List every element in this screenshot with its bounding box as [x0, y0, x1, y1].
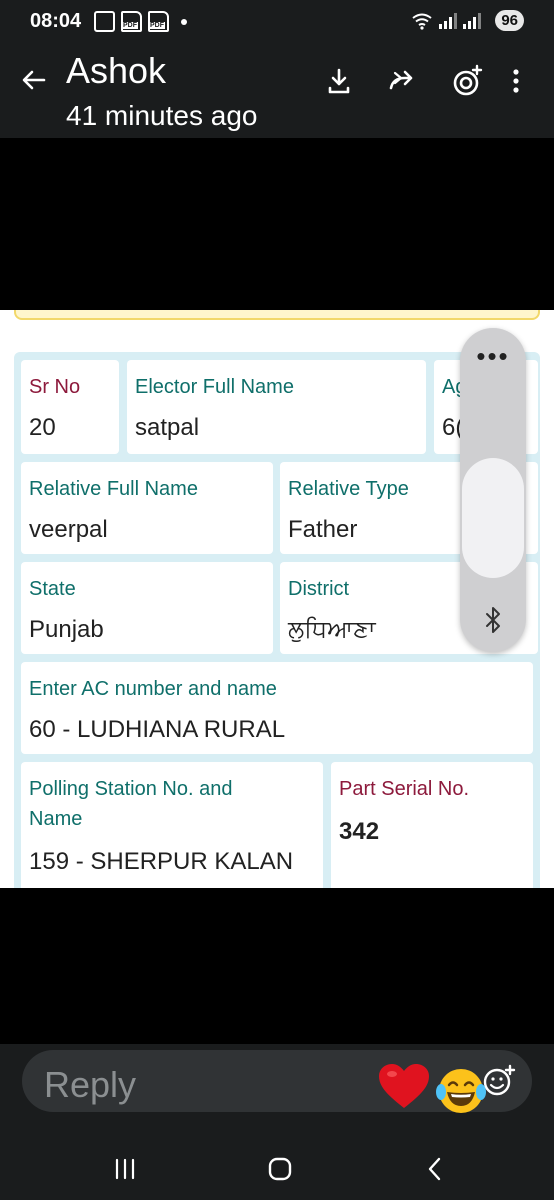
chat-header: Ashok 41 minutes ago	[0, 44, 554, 138]
part-serial-cell: Part Serial No. 342	[331, 762, 533, 888]
image-letterbox-bottom	[0, 888, 554, 1044]
polling-station-label-line1: Polling Station No. and	[29, 778, 233, 800]
contact-name[interactable]: Ashok	[66, 50, 166, 92]
polling-station-cell: Polling Station No. and Name 159 - SHERP…	[21, 762, 323, 888]
status-time: 08:04	[30, 10, 82, 32]
lens-icon[interactable]	[450, 64, 484, 98]
image-letterbox-top	[0, 138, 554, 310]
message-timestamp: 41 minutes ago	[66, 100, 258, 131]
tears-of-joy-emoji[interactable]	[434, 1064, 488, 1118]
relative-name-label: Relative Full Name	[29, 478, 198, 500]
recents-icon[interactable]	[110, 1154, 140, 1184]
relative-name-cell: Relative Full Name veerpal	[21, 462, 273, 554]
relative-type-value: Father	[288, 516, 358, 543]
relative-name-value: veerpal	[29, 516, 108, 543]
back-icon[interactable]	[420, 1154, 450, 1184]
pdf-icon	[121, 11, 142, 32]
notification-dot-icon	[181, 18, 187, 25]
polling-station-label-line2: Name	[29, 808, 83, 830]
floating-edge-panel[interactable]: •••	[460, 328, 526, 652]
ac-cell: Enter AC number and name 60 - LUDHIANA R…	[21, 662, 533, 754]
state-cell: State Punjab	[21, 562, 273, 654]
wifi-icon	[412, 13, 432, 30]
reply-bar: Reply	[0, 1044, 554, 1128]
sr-no-label: Sr No	[29, 376, 81, 398]
elector-name-value: satpal	[135, 414, 200, 441]
reply-placeholder[interactable]: Reply	[44, 1064, 136, 1106]
emoji-add-icon[interactable]	[482, 1064, 516, 1098]
yellow-card-edge	[14, 310, 540, 320]
download-icon[interactable]	[322, 64, 356, 98]
relative-type-label: Relative Type	[288, 478, 409, 500]
district-label: District	[288, 578, 350, 600]
red-heart-emoji[interactable]	[376, 1062, 432, 1112]
status-right: 96	[411, 10, 524, 31]
more-icon[interactable]	[508, 64, 524, 98]
status-bar: 08:04 96	[0, 0, 554, 44]
panel-menu-dots[interactable]: •••	[460, 343, 526, 369]
status-notification-icons	[94, 11, 187, 32]
signal-icon	[439, 12, 458, 29]
state-label: State	[29, 578, 76, 600]
district-value: ਲੁਧਿਆਣਾ	[288, 616, 376, 643]
reply-input[interactable]: Reply	[22, 1050, 532, 1113]
elector-name-label: Elector Full Name	[135, 376, 294, 398]
sr-no-cell: Sr No 20	[21, 360, 119, 454]
panel-handle[interactable]	[462, 458, 524, 578]
part-serial-label: Part Serial No.	[339, 778, 470, 800]
state-value: Punjab	[29, 616, 104, 643]
signal-icon	[463, 12, 482, 29]
home-icon[interactable]	[265, 1154, 295, 1184]
back-arrow-icon[interactable]	[18, 64, 50, 96]
pdf-icon	[148, 11, 169, 32]
polling-station-value: 159 - SHERPUR KALAN	[29, 848, 294, 875]
battery-level: 96	[495, 10, 524, 31]
part-serial-value: 342	[339, 818, 380, 845]
sr-no-value: 20	[29, 414, 56, 441]
elector-name-cell: Elector Full Name satpal	[127, 360, 426, 454]
system-nav-bar	[0, 1128, 554, 1200]
screenshot-icon	[94, 11, 115, 32]
bluetooth-icon[interactable]	[477, 604, 509, 636]
ac-label: Enter AC number and name	[29, 678, 277, 700]
ac-value: 60 - LUDHIANA RURAL	[29, 716, 286, 743]
forward-icon[interactable]	[385, 64, 419, 98]
